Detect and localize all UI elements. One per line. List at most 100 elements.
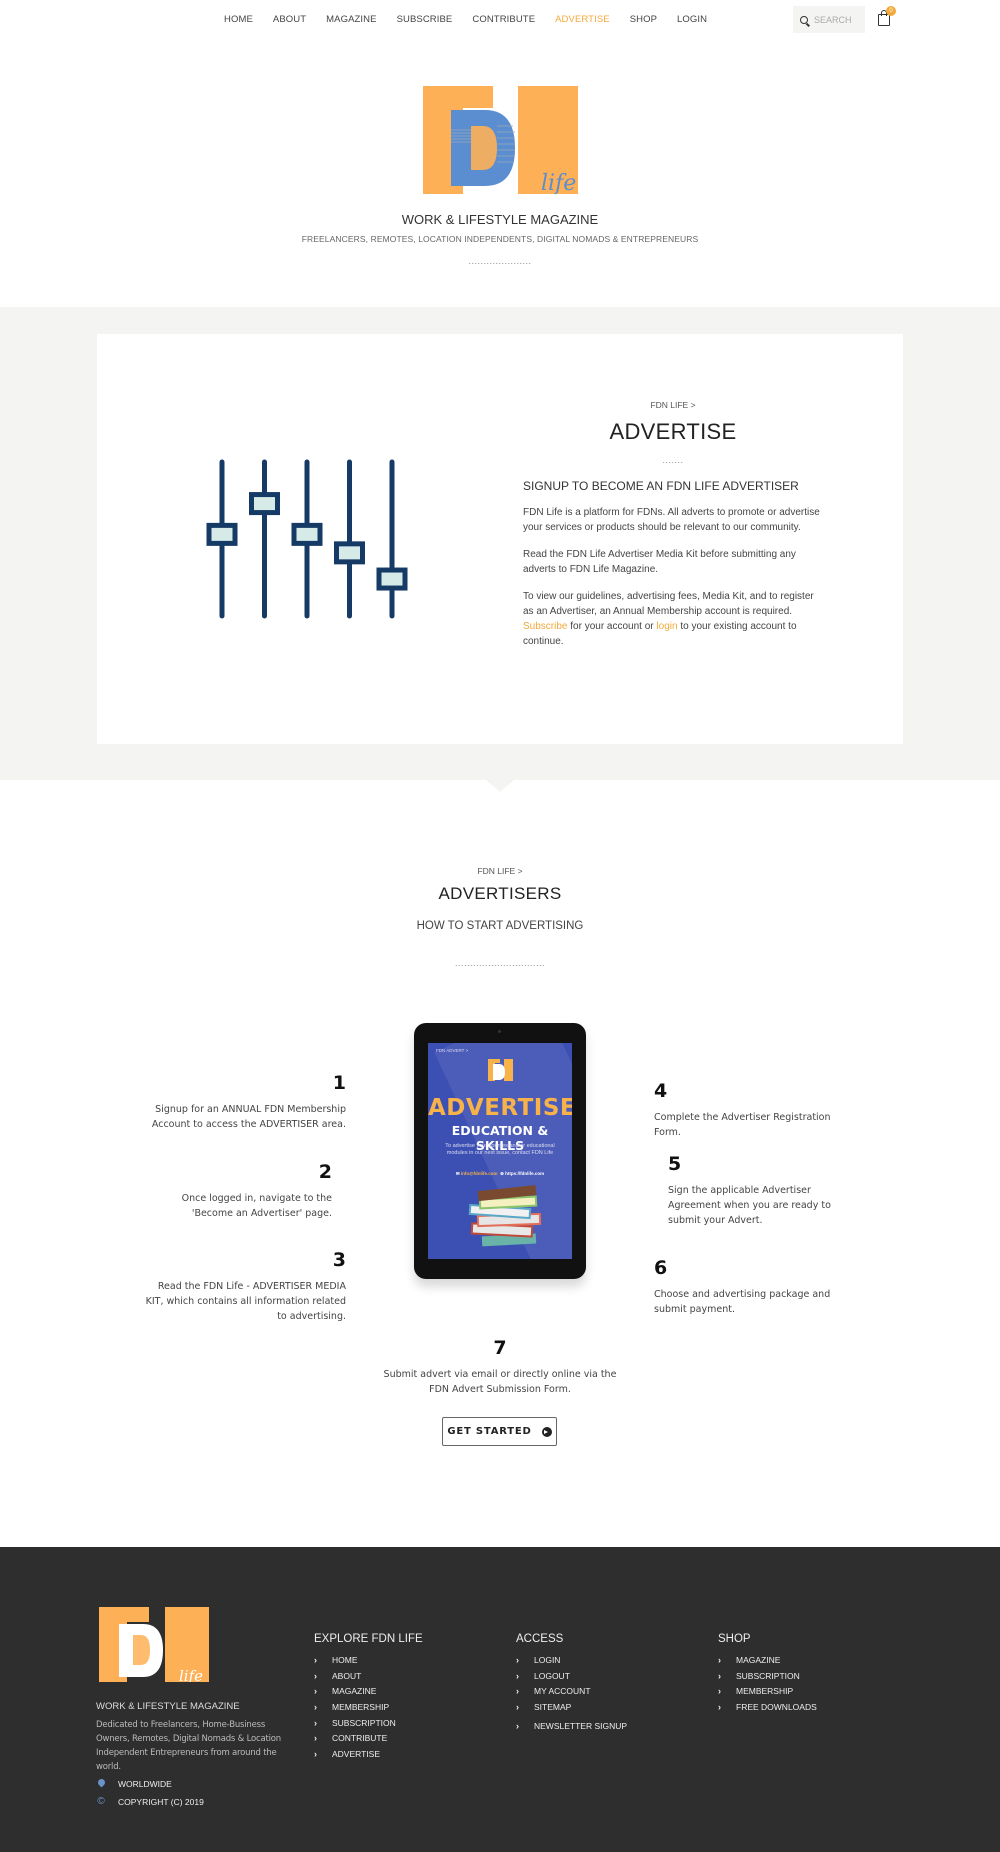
chevron-right-icon: › [718, 1654, 721, 1665]
footer-link[interactable]: › SUBSCRIPTION [718, 1668, 817, 1684]
nav-home[interactable]: HOME [224, 14, 253, 25]
step-text: Once logged in, navigate to the 'Become … [181, 1193, 332, 1219]
chevron-right-icon: › [314, 1717, 317, 1728]
nav-shop[interactable]: SHOP [630, 14, 657, 25]
chevron-right-icon: › [516, 1686, 519, 1697]
slider-knob [249, 492, 280, 516]
media-kit-paragraph: Read the FDN Life Advertiser Media Kit b… [523, 549, 796, 575]
search-placeholder: SEARCH [814, 14, 852, 25]
title-divider: ....... [662, 455, 684, 465]
step-number: 1 [332, 1072, 346, 1094]
tablet-screen: FDN ADVERT > ADVERTISE EDUCATION & SKILL… [428, 1043, 572, 1259]
footer-link[interactable]: › MEMBERSHIP [718, 1683, 817, 1699]
footer-location: WORLDWIDE [96, 1777, 172, 1789]
logo-life-script: life [541, 171, 576, 194]
step-number: 4 [654, 1080, 668, 1102]
footer-description: Dedicated to Freelancers, Home-Business … [96, 1720, 281, 1772]
cart-button[interactable]: 0 [878, 6, 896, 26]
footer-col-title: SHOP [718, 1633, 751, 1645]
step-text: Choose and advertising package and submi… [654, 1289, 831, 1315]
chevron-right-icon: › [718, 1686, 721, 1697]
footer-fdn-logo[interactable]: life [99, 1607, 209, 1682]
chevron-right-icon: › [516, 1670, 519, 1681]
map-pin-icon [96, 1777, 106, 1789]
fdn-life-logo[interactable]: life [423, 86, 578, 194]
step-number: 5 [668, 1153, 682, 1175]
footer-link[interactable]: › ADVERTISE [314, 1746, 423, 1762]
advertisers-breadcrumb[interactable]: FDN LIFE > [0, 866, 1000, 876]
nav-subscribe[interactable]: SUBSCRIBE [397, 14, 453, 25]
chevron-right-icon: › [718, 1701, 721, 1712]
footer-tagline: WORK & LIFESTYLE MAGAZINE [96, 1701, 240, 1712]
chevron-right-icon: › [718, 1670, 721, 1681]
footer-link[interactable]: › MY ACCOUNT [516, 1683, 627, 1699]
svg-text:life: life [179, 1667, 203, 1682]
advertisers-subtitle: HOW TO START ADVERTISING [416, 920, 584, 932]
step-number: 3 [332, 1249, 346, 1271]
chevron-right-icon: › [314, 1686, 317, 1697]
slider-knob [334, 541, 365, 565]
footer-link[interactable]: › LOGIN [516, 1652, 627, 1668]
step-text: Submit advert via email or directly onli… [383, 1369, 617, 1395]
header-divider: ..................... [468, 256, 532, 266]
footer-link[interactable]: › SUBSCRIPTION [314, 1715, 423, 1731]
nav-advertise[interactable]: ADVERTISE [555, 14, 610, 25]
footer-link[interactable]: › MAGAZINE [718, 1652, 817, 1668]
chevron-right-icon: › [314, 1670, 317, 1681]
login-link[interactable]: login [656, 621, 677, 632]
section-subtitle: SIGNUP TO BECOME AN FDN LIFE ADVERTISER [523, 479, 799, 493]
footer-link[interactable]: › LOGOUT [516, 1668, 627, 1684]
footer-link[interactable]: › ABOUT [314, 1668, 423, 1684]
footer-link[interactable]: › MEMBERSHIP [314, 1699, 423, 1715]
nav-about[interactable]: ABOUT [273, 14, 306, 25]
footer-link[interactable]: › FREE DOWNLOADS [718, 1699, 817, 1715]
footer-col-title: EXPLORE FDN LIFE [314, 1633, 423, 1645]
ad-body: To advertise your courses and/or educati… [445, 1143, 555, 1156]
footer-col-title: ACCESS [516, 1633, 564, 1645]
step-text: Read the FDN Life - ADVERTISER MEDIA KIT… [145, 1281, 346, 1322]
site-subtitle: FREELANCERS, REMOTES, LOCATION INDEPENDE… [301, 234, 699, 244]
step-5: 5 Sign the applicable Advertiser Agreeme… [668, 1153, 858, 1228]
step-1: 1 Signup for an ANNUAL FDN Membership Ac… [145, 1072, 346, 1132]
intro-paragraph: FDN Life is a platform for FDNs. All adv… [523, 507, 820, 533]
ad-headline: ADVERTISE [428, 1095, 572, 1121]
step-text: Complete the Advertiser Registration For… [654, 1112, 831, 1138]
nav-login[interactable]: LOGIN [677, 14, 707, 25]
main-menu: HOME ABOUT MAGAZINE SUBSCRIBE CONTRIBUTE… [224, 14, 727, 25]
slider-knob [291, 522, 323, 546]
tablet-mockup-image: FDN ADVERT > ADVERTISE EDUCATION & SKILL… [414, 1023, 586, 1279]
page-title: ADVERTISE [609, 419, 737, 444]
nav-magazine[interactable]: MAGAZINE [326, 14, 376, 25]
advertisers-divider: .............................. [454, 958, 545, 968]
step-3: 3 Read the FDN Life - ADVERTISER MEDIA K… [145, 1249, 346, 1324]
step-2: 2 Once logged in, navigate to the 'Becom… [145, 1161, 332, 1221]
site-tagline: WORK & LIFESTYLE MAGAZINE [401, 212, 599, 227]
step-6: 6 Choose and advertising package and sub… [654, 1257, 854, 1317]
search-input[interactable]: SEARCH [793, 6, 865, 33]
chevron-right-icon: › [516, 1720, 519, 1731]
step-text: Sign the applicable Advertiser Agreement… [668, 1185, 831, 1226]
chevron-right-icon: › [314, 1733, 317, 1744]
section-notch [486, 780, 514, 792]
chevron-right-icon: › [314, 1654, 317, 1665]
advertisers-title: ADVERTISERS [438, 884, 562, 903]
top-navigation: HOME ABOUT MAGAZINE SUBSCRIBE CONTRIBUTE… [0, 0, 1000, 38]
books-illustration [468, 1185, 542, 1247]
get-started-button[interactable]: GET STARTED [442, 1417, 557, 1446]
slider-knob [376, 567, 408, 591]
footer-link[interactable]: › CONTRIBUTE [314, 1730, 423, 1746]
nav-contribute[interactable]: CONTRIBUTE [472, 14, 535, 25]
footer-link[interactable]: › SITEMAP [516, 1699, 627, 1715]
step-number: 7 [493, 1337, 507, 1359]
footer-col-explore: EXPLORE FDN LIFE › HOME › ABOUT › MAGAZINE … [314, 1633, 423, 1762]
search-icon [800, 15, 808, 24]
chevron-right-icon: › [516, 1701, 519, 1712]
subscribe-link[interactable]: Subscribe [523, 621, 567, 632]
footer-copyright: © COPYRIGHT (C) 2019 [97, 1796, 204, 1807]
chevron-right-icon: › [516, 1654, 519, 1665]
footer-link[interactable]: › MAGAZINE [314, 1683, 423, 1699]
footer-link[interactable]: › NEWSLETTER SIGNUP [516, 1718, 627, 1734]
breadcrumb[interactable]: FDN LIFE > [523, 400, 823, 410]
footer-link[interactable]: › HOME [314, 1652, 423, 1668]
footer-col-shop: SHOP › MAGAZINE › SUBSCRIPTION › MEMBERSHIP… [718, 1633, 817, 1715]
